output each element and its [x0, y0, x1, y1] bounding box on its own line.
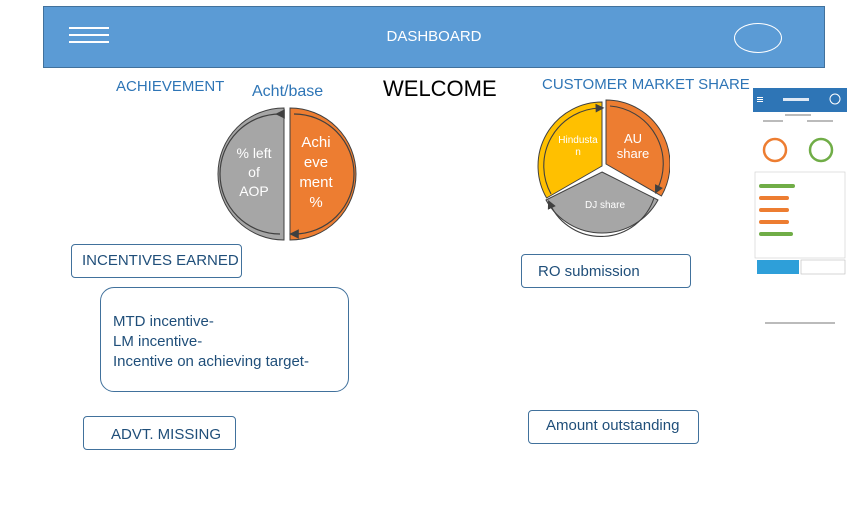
mobile-dashboard-thumbnail — [753, 88, 847, 324]
lm-incentive-text: LM incentive- — [113, 333, 203, 350]
mtd-incentive-text: MTD incentive- — [113, 313, 214, 330]
incentives-earned-button[interactable]: INCENTIVES EARNED — [71, 244, 242, 278]
achievement-title: ACHIEVEMENT — [116, 78, 225, 95]
incentives-details-card: MTD incentive- LM incentive- Incentive o… — [100, 287, 349, 392]
achievement-pie-chart[interactable]: % left of AOP Achi eve ment% — [212, 100, 362, 248]
advt-missing-button[interactable]: ADVT. MISSING — [83, 416, 236, 450]
ro-submission-button[interactable]: RO submission — [521, 254, 691, 288]
market-share-label-dj: DJ share — [585, 200, 625, 211]
welcome-heading: WELCOME — [383, 76, 497, 101]
market-share-pie-chart[interactable]: Hindusta n AU share DJ share — [534, 94, 670, 240]
page-title: DASHBOARD — [386, 28, 482, 45]
ro-submission-label: RO submission — [538, 263, 640, 280]
market-share-title: CUSTOMER MARKET SHARE — [542, 76, 750, 93]
top-app-bar: DASHBOARD — [43, 6, 825, 68]
amount-outstanding-label: Amount outstanding — [546, 417, 680, 434]
target-incentive-text: Incentive on achieving target- — [113, 353, 309, 370]
incentives-earned-label: INCENTIVES EARNED — [82, 252, 239, 269]
achievement-subtitle: Acht/base — [252, 83, 324, 100]
profile-icon[interactable] — [734, 23, 782, 53]
amount-outstanding-button[interactable]: Amount outstanding — [528, 410, 699, 444]
advt-missing-label: ADVT. MISSING — [111, 426, 222, 443]
